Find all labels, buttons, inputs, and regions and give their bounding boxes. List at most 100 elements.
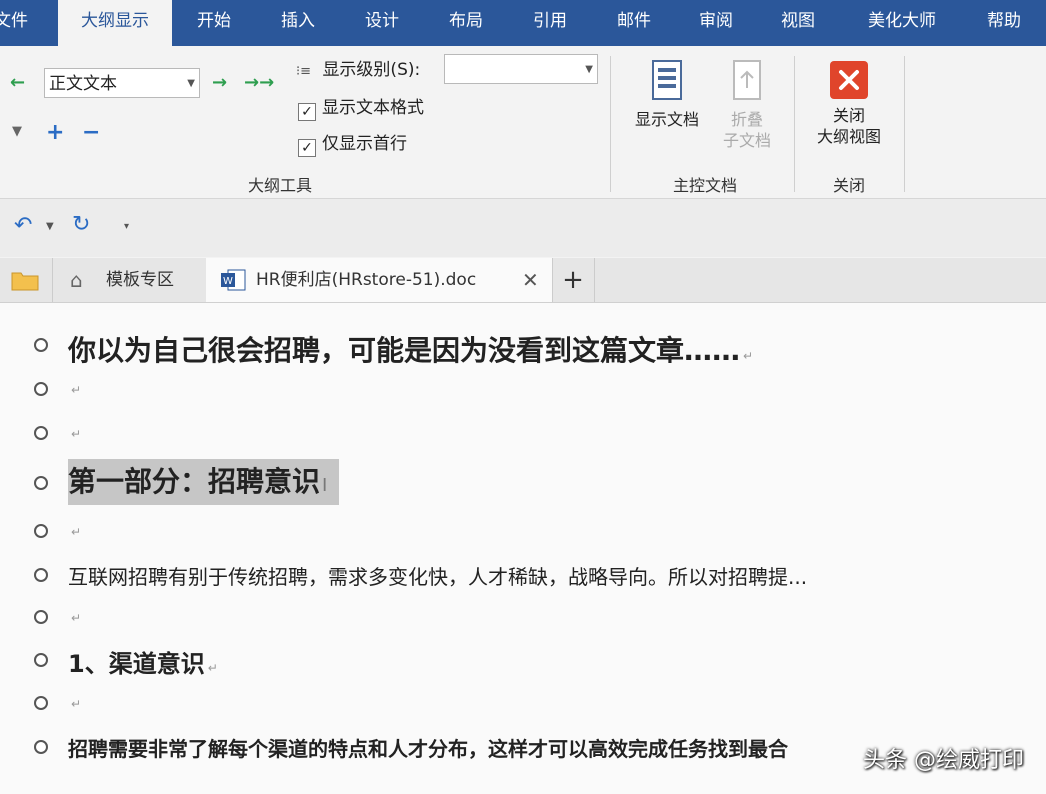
collapse-subdocuments-label-line1: 折叠 — [730, 110, 763, 129]
tab-document[interactable]: W HR便利店(HRstore-51).doc ✕ — [206, 258, 553, 302]
tab-outline[interactable]: 大纲显示 — [58, 0, 172, 46]
tab-help[interactable]: 帮助 — [972, 0, 1036, 46]
show-text-format-checkbox[interactable]: ✓ 显示文本格式 — [298, 96, 424, 121]
show-level-row: ⁝≡ 显示级别(S): — [296, 58, 420, 82]
outline-bullet-icon[interactable] — [34, 382, 48, 396]
undo-icon[interactable]: ↶ — [14, 213, 32, 238]
first-line-only-checkbox[interactable]: ✓ 仅显示首行 — [298, 132, 407, 157]
tab-mailings[interactable]: 邮件 — [602, 0, 666, 46]
outline-bullet-icon[interactable] — [34, 426, 48, 440]
outline-line[interactable]: ↵ — [0, 689, 1046, 719]
checkbox-checked-icon: ✓ — [298, 103, 316, 121]
outline-bullet-icon[interactable] — [34, 338, 48, 352]
word-doc-icon: W — [221, 269, 246, 291]
outline-line-text: 1、渠道意识 ↵ — [68, 650, 218, 678]
collapse-subdocuments-button[interactable]: 折叠 子文档 — [712, 58, 782, 151]
tab-templates[interactable]: ⌂ 模板专区 — [52, 258, 207, 302]
outline-bullet-icon[interactable] — [34, 653, 48, 667]
show-document-label: 显示文档 — [634, 110, 699, 129]
text-cursor-icon: I — [322, 475, 328, 496]
tab-design[interactable]: 设计 — [350, 0, 414, 46]
outline-line-text: ↵ — [68, 423, 81, 442]
outline-line-text: ↵ — [68, 379, 81, 398]
outline-bullet-icon[interactable] — [34, 568, 48, 582]
outline-line-text: 你以为自己很会招聘，可能是因为没看到这篇文章…… ↵ — [68, 334, 754, 367]
outline-line-text: ↵ — [68, 693, 81, 712]
tab-home[interactable]: 开始 — [182, 0, 246, 46]
paragraph-mark: ↵ — [207, 661, 218, 675]
redo-icon[interactable]: ↻ — [72, 212, 90, 237]
chevron-down-icon: ▼ — [585, 64, 593, 75]
paragraph-mark: ↵ — [71, 611, 82, 625]
group-label-master-document: 主控文档 — [672, 176, 737, 195]
new-tab-button[interactable]: + — [552, 258, 595, 302]
paragraph-mark: ↵ — [71, 427, 82, 441]
close-label-line2: 大纲视图 — [816, 127, 881, 146]
group-label-close: 关闭 — [832, 176, 865, 195]
outline-line-text-selected: 第一部分：招聘意识 I — [68, 459, 340, 505]
outline-line[interactable]: ↵ — [0, 603, 1046, 633]
ribbon-tab-bar: 文件 大纲显示 开始 插入 设计 布局 引用 邮件 审阅 视图 美化大师 帮助 — [0, 0, 1046, 46]
show-level-combo[interactable]: ▼ — [444, 54, 598, 84]
level-icon: ⁝≡ — [296, 64, 312, 79]
collapse-minus-icon[interactable]: − — [82, 120, 100, 145]
close-tab-icon[interactable]: ✕ — [522, 258, 539, 302]
collapse-subdocuments-label-line2: 子文档 — [722, 131, 771, 150]
group-label-outline-tools: 大纲工具 — [247, 176, 312, 195]
open-folder-button[interactable] — [0, 258, 53, 302]
outline-line-text: 互联网招聘有别于传统招聘，需求多变化快，人才稀缺，战略导向。所以对招聘提... — [68, 565, 808, 589]
outline-line[interactable]: 互联网招聘有别于传统招聘，需求多变化快，人才稀缺，战略导向。所以对招聘提... — [0, 559, 1046, 593]
ribbon-panel: ← 正文文本 ▼ → →→ ▼ + − ⁝≡ 显示级别(S): ▼ ✓ 显示文本格… — [0, 46, 1046, 199]
home-icon: ⌂ — [70, 268, 83, 292]
group-divider — [610, 56, 611, 192]
folder-icon — [11, 272, 39, 291]
undo-dropdown-icon[interactable]: ▼ — [46, 221, 54, 232]
outline-bullet-icon[interactable] — [34, 740, 48, 754]
outline-line-text: ↵ — [68, 607, 81, 626]
show-text-format-label: 显示文本格式 — [322, 98, 424, 118]
tab-review[interactable]: 审阅 — [684, 0, 748, 46]
tab-beautify-master[interactable]: 美化大师 — [852, 0, 952, 46]
outline-level-combo[interactable]: 正文文本 ▼ — [44, 68, 200, 98]
promote-arrow-icon[interactable]: ← — [10, 72, 25, 93]
first-line-only-label: 仅显示首行 — [322, 134, 407, 154]
chevron-down-icon: ▼ — [187, 78, 195, 89]
close-outline-view-button[interactable]: 关闭 大纲视图 — [804, 60, 894, 147]
tab-file[interactable]: 文件 — [0, 0, 36, 46]
outline-line[interactable]: ↵ — [0, 419, 1046, 449]
outline-bullet-icon[interactable] — [34, 696, 48, 710]
customize-toolbar-icon[interactable]: ▾ — [124, 221, 129, 232]
paragraph-mark: ↵ — [71, 697, 82, 711]
outline-line[interactable]: ↵ — [0, 517, 1046, 547]
outline-line-text: 招聘需要非常了解每个渠道的特点和人才分布，这样才可以高效完成任务找到最合 — [68, 737, 788, 761]
close-label-line1: 关闭 — [832, 106, 865, 125]
tab-view[interactable]: 视图 — [766, 0, 830, 46]
paragraph-mark: ↵ — [71, 525, 82, 539]
tab-references[interactable]: 引用 — [518, 0, 582, 46]
close-red-x-icon — [830, 61, 868, 99]
show-document-button[interactable]: 显示文档 — [624, 58, 710, 130]
demote-to-body-icon[interactable]: →→ — [244, 72, 274, 93]
outline-line[interactable]: 第一部分：招聘意识 I — [0, 459, 1046, 507]
tab-layout[interactable]: 布局 — [434, 0, 498, 46]
checkbox-checked-icon: ✓ — [298, 139, 316, 157]
tab-insert[interactable]: 插入 — [266, 0, 330, 46]
expand-plus-icon[interactable]: + — [46, 120, 64, 145]
paragraph-mark: ↵ — [71, 383, 82, 397]
move-down-triangle-icon[interactable]: ▼ — [12, 124, 22, 139]
outline-document-area[interactable]: 你以为自己很会招聘，可能是因为没看到这篇文章…… ↵ ↵ ↵ 第一部分：招聘意识 I… — [0, 303, 1046, 794]
outline-bullet-icon[interactable] — [34, 610, 48, 624]
outline-line[interactable]: 你以为自己很会招聘，可能是因为没看到这篇文章…… ↵ — [0, 325, 1046, 367]
svg-text:W: W — [223, 276, 233, 287]
tab-document-label: HR便利店(HRstore-51).doc — [256, 270, 477, 290]
outline-line[interactable]: ↵ — [0, 375, 1046, 405]
paragraph-mark: ↵ — [743, 349, 754, 363]
demote-arrow-icon[interactable]: → — [212, 72, 227, 93]
outline-bullet-icon[interactable] — [34, 476, 48, 490]
group-divider — [904, 56, 905, 192]
tab-templates-label: 模板专区 — [106, 270, 174, 290]
outline-bullet-icon[interactable] — [34, 524, 48, 538]
outline-level-value: 正文文本 — [49, 74, 117, 94]
outline-line[interactable]: 1、渠道意识 ↵ — [0, 641, 1046, 679]
collapse-subdocuments-icon — [733, 60, 761, 100]
